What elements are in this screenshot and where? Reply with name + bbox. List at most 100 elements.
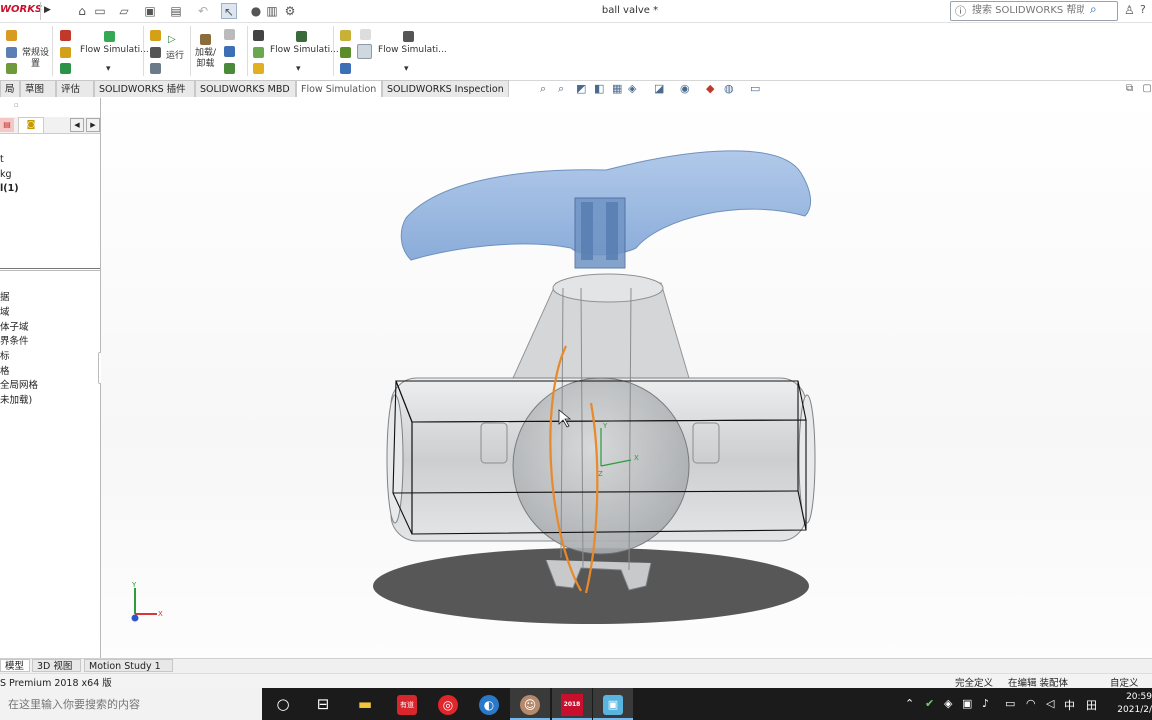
general-settings-button[interactable]: 常规设 置: [22, 48, 49, 70]
search-icon[interactable]: ⌕: [1090, 2, 1097, 17]
table-icon[interactable]: [403, 31, 414, 42]
boundary-condition-icon[interactable]: [60, 63, 71, 74]
section-view-icon[interactable]: ◧: [594, 82, 604, 95]
solve-icon[interactable]: [150, 30, 161, 41]
solidworks-app-icon[interactable]: 2018: [552, 688, 592, 720]
chart-icon[interactable]: [224, 63, 235, 74]
tree-item[interactable]: 未加载): [0, 392, 32, 406]
ball-valve-model[interactable]: X Y Z Y X: [101, 98, 1152, 658]
avatar-app-icon[interactable]: ☺: [510, 688, 550, 720]
computational-domain-icon[interactable]: [60, 30, 71, 41]
status-custom[interactable]: 自定义: [1110, 675, 1139, 689]
netease-music-icon[interactable]: ◎: [428, 688, 468, 720]
new-document-icon[interactable]: ▭: [92, 3, 108, 19]
browser-icon[interactable]: ◐: [469, 688, 509, 720]
task-view-icon[interactable]: ⊟: [303, 688, 343, 720]
help-search-input[interactable]: [972, 2, 1084, 18]
goal-plot-icon[interactable]: [340, 47, 351, 58]
clone-project-icon[interactable]: [6, 63, 17, 74]
fluid-subdomain-icon[interactable]: [60, 47, 71, 58]
report-icon[interactable]: [340, 63, 351, 74]
monitor-icon[interactable]: [150, 63, 161, 74]
options-gear-icon[interactable]: ⚙: [282, 3, 298, 19]
scroll-left-icon[interactable]: ◀: [70, 118, 84, 132]
input-mode-indicator[interactable]: 田: [1086, 697, 1097, 713]
tools-icon[interactable]: [224, 29, 235, 40]
edit-appearance-icon[interactable]: ◆: [706, 82, 714, 95]
security-tray-icon[interactable]: ✔: [925, 697, 934, 710]
tree-item[interactable]: 格: [0, 363, 10, 377]
restore-window-icon[interactable]: ⧉: [1126, 83, 1133, 94]
feature-tree-tab-icon[interactable]: ▤: [0, 118, 14, 132]
surface-plot-icon[interactable]: [253, 47, 264, 58]
point-params-icon[interactable]: [340, 30, 351, 41]
tree-item[interactable]: kg: [0, 169, 12, 180]
maximize-window-icon[interactable]: ▢: [1142, 83, 1151, 94]
tab-layout[interactable]: 局: [0, 80, 20, 97]
solidworks-logo[interactable]: WORKS: [0, 4, 42, 15]
view-settings-icon[interactable]: ▭: [750, 82, 760, 95]
zoom-to-fit-icon[interactable]: ⌕: [540, 82, 546, 96]
print-icon[interactable]: ▤: [168, 3, 184, 19]
battery-tray-icon[interactable]: ▭: [1005, 697, 1015, 710]
load-unload-button[interactable]: 加载/ 卸载: [195, 48, 216, 70]
dropdown-arrow-icon[interactable]: ▾: [296, 64, 301, 74]
tree-item[interactable]: 全局网格: [0, 377, 38, 391]
speaker-tray-icon[interactable]: ◁: [1046, 697, 1054, 710]
tab-evaluate[interactable]: 评估: [56, 80, 94, 97]
help-question-icon[interactable]: ?: [1140, 3, 1146, 16]
batch-run-icon[interactable]: [150, 47, 161, 58]
usb-tray-icon[interactable]: ▣: [962, 697, 972, 710]
tab-sketch[interactable]: 草图: [20, 80, 56, 97]
save-results-icon[interactable]: [224, 46, 235, 57]
home-icon[interactable]: ⌂: [74, 3, 90, 19]
tab-flow-simulation[interactable]: Flow Simulation: [296, 80, 382, 97]
cut-plot-icon[interactable]: [253, 30, 264, 41]
run-play-icon[interactable]: ▷: [168, 34, 176, 45]
flow-simulation-button-3[interactable]: Flow Simulati...: [378, 45, 447, 55]
view-orientation-icon[interactable]: ◈: [628, 82, 636, 95]
taskbar-clock[interactable]: 20:59 2021/2/: [1110, 688, 1152, 720]
wifi-tray-icon[interactable]: ◠: [1026, 697, 1036, 710]
tree-rollback-bar[interactable]: [0, 268, 100, 271]
tab-solidworks-inspection[interactable]: SOLIDWORKS Inspection: [382, 80, 509, 97]
tab-solidworks-mbd[interactable]: SOLIDWORKS MBD: [195, 80, 296, 97]
image-app-icon[interactable]: ▣: [593, 688, 633, 720]
light-bulb-icon[interactable]: [360, 29, 371, 40]
tab-solidworks-addins[interactable]: SOLIDWORKS 插件: [94, 80, 195, 97]
show-hidden-icons-icon[interactable]: ⌃: [905, 697, 914, 710]
undo-icon[interactable]: ↶: [195, 3, 211, 19]
dropdown-arrow-icon[interactable]: ▾: [404, 64, 409, 74]
flow-sim-tree-tab-icon[interactable]: ◙: [18, 117, 44, 133]
taskbar-search-input[interactable]: [8, 696, 258, 712]
tree-item[interactable]: t: [0, 154, 4, 165]
run-button[interactable]: 运行: [166, 48, 184, 61]
wizard-icon[interactable]: [6, 30, 17, 41]
zoom-to-area-icon[interactable]: ⌕: [558, 82, 564, 96]
dropdown-arrow-icon[interactable]: ▾: [106, 64, 111, 74]
tree-item[interactable]: 域: [0, 304, 10, 318]
tab-3d-view[interactable]: 3D 视图: [32, 659, 81, 672]
dynamic-annotation-icon[interactable]: ▦: [612, 82, 622, 95]
graphics-viewport[interactable]: X Y Z Y X: [101, 98, 1152, 658]
flow-simulation-icon[interactable]: [104, 31, 115, 42]
tree-item[interactable]: l(1): [0, 183, 19, 194]
hide-show-items-icon[interactable]: ◉: [680, 82, 690, 95]
volume-tray-icon[interactable]: ♪: [982, 697, 989, 710]
previous-view-icon[interactable]: ◩: [576, 82, 586, 95]
scroll-right-icon[interactable]: ▶: [86, 118, 100, 132]
cortana-icon[interactable]: ○: [263, 688, 303, 720]
tab-model[interactable]: 模型: [0, 659, 30, 672]
panel-handle-icon[interactable]: ▫: [14, 101, 19, 109]
load-results-icon[interactable]: [200, 34, 211, 45]
tree-item[interactable]: 据: [0, 289, 10, 303]
flow-trajectories-icon[interactable]: [253, 63, 264, 74]
flow-simulation-tool-icon[interactable]: [296, 31, 307, 42]
input-method-indicator[interactable]: 中: [1064, 697, 1075, 713]
project-icon[interactable]: [6, 47, 17, 58]
tree-item[interactable]: 界条件: [0, 333, 29, 347]
tree-item[interactable]: 标: [0, 348, 10, 362]
app-tray-icon[interactable]: ◈: [944, 697, 952, 710]
save-icon[interactable]: ▣: [142, 3, 158, 19]
youdao-icon[interactable]: 有道: [387, 688, 427, 720]
